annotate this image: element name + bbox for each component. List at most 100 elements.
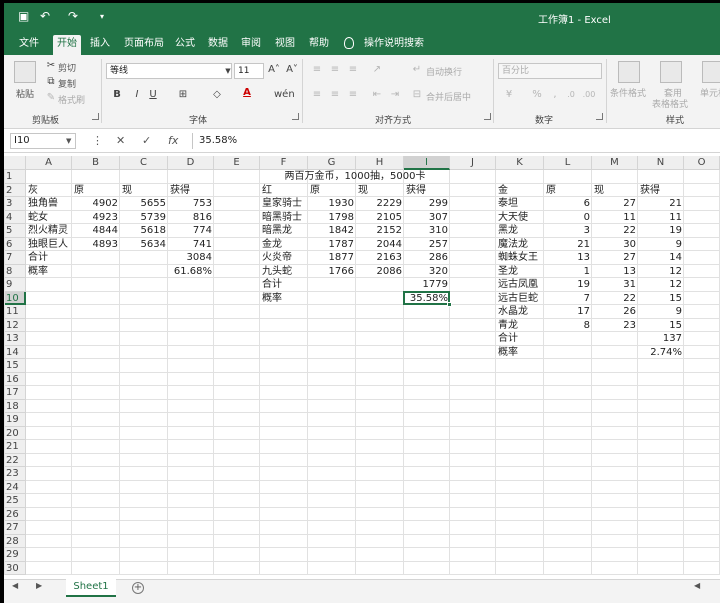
cell-m10[interactable]: 22 [592, 292, 638, 305]
decrease-indent-icon[interactable]: ⇤ [370, 88, 384, 102]
row-header-7[interactable]: 7 [4, 251, 26, 265]
row-header-27[interactable]: 27 [4, 521, 26, 535]
cell-k11[interactable]: 水晶龙 [496, 305, 530, 318]
cell-a7[interactable]: 合计 [26, 251, 50, 264]
worksheet-grid[interactable]: A B C D E F G H I J K L M N O 1 2 3 4 5 6 7 8 9 10 11 12 13 14 15 16 17… [4, 156, 720, 575]
cell-m9[interactable]: 31 [592, 278, 638, 291]
cell-i6[interactable]: 257 [404, 238, 450, 251]
cell-g5[interactable]: 1842 [308, 224, 356, 237]
cell-l3[interactable]: 6 [544, 197, 592, 210]
row-header-22[interactable]: 22 [4, 453, 26, 467]
cell-a2[interactable]: 灰 [26, 184, 40, 197]
scroll-right-icon[interactable]: ▶ [36, 581, 42, 590]
cell-k10[interactable]: 远古巨蛇 [496, 292, 540, 305]
tab-review[interactable]: 审阅 [237, 35, 265, 55]
cell-m5[interactable]: 22 [592, 224, 638, 237]
row-header-28[interactable]: 28 [4, 534, 26, 548]
cell-d3[interactable]: 753 [168, 197, 214, 210]
cell-l5[interactable]: 3 [544, 224, 592, 237]
font-launcher-icon[interactable] [292, 113, 299, 120]
paste-icon[interactable] [14, 61, 36, 83]
row-header-15[interactable]: 15 [4, 359, 26, 373]
row-header-23[interactable]: 23 [4, 467, 26, 481]
cell-c2[interactable]: 现 [120, 184, 134, 197]
tab-data[interactable]: 数据 [204, 35, 232, 55]
font-size-select[interactable]: 11 [234, 63, 264, 79]
percent-button[interactable]: % [530, 88, 544, 102]
cell-f6[interactable]: 金龙 [260, 238, 284, 251]
column-header-o[interactable]: O [684, 156, 720, 170]
cell-l2[interactable]: 原 [544, 184, 558, 197]
number-launcher-icon[interactable] [596, 113, 603, 120]
row-header-1[interactable]: 1 [4, 170, 26, 184]
orientation-icon[interactable]: ↗ [370, 63, 384, 77]
cell-g7[interactable]: 1877 [308, 251, 356, 264]
cell-n7[interactable]: 14 [638, 251, 684, 264]
column-header-f[interactable]: F [260, 156, 308, 170]
cell-f2[interactable]: 红 [260, 184, 274, 197]
currency-icon[interactable]: ¥ [502, 88, 516, 102]
align-top-icon[interactable]: ≡ [310, 63, 324, 77]
cell-h8[interactable]: 2086 [356, 265, 404, 278]
cell-n12[interactable]: 15 [638, 319, 684, 332]
cell-c6[interactable]: 5634 [120, 238, 168, 251]
row-header-6[interactable]: 6 [4, 237, 26, 251]
paste-button[interactable]: 粘贴 [16, 87, 34, 100]
cell-b2[interactable]: 原 [72, 184, 86, 197]
row-header-5[interactable]: 5 [4, 224, 26, 238]
cell-a3[interactable]: 独角兽 [26, 197, 60, 210]
cell-n4[interactable]: 11 [638, 211, 684, 224]
fill-handle[interactable] [447, 302, 452, 307]
cell-n11[interactable]: 9 [638, 305, 684, 318]
underline-button[interactable]: U [146, 88, 160, 102]
cell-l8[interactable]: 1 [544, 265, 592, 278]
format-as-table-icon[interactable] [660, 61, 682, 83]
cell-f8[interactable]: 九头蛇 [260, 265, 294, 278]
row-header-30[interactable]: 30 [4, 561, 26, 575]
row-header-25[interactable]: 25 [4, 494, 26, 508]
cell-h7[interactable]: 2163 [356, 251, 404, 264]
cell-g1[interactable]: 两百万金币，1000抽，5000卡 [260, 170, 450, 183]
cell-b3[interactable]: 4902 [72, 197, 120, 210]
column-header-e[interactable]: E [214, 156, 260, 170]
font-name-select[interactable]: 等线 [106, 63, 232, 79]
cell-h6[interactable]: 2044 [356, 238, 404, 251]
cell-d8[interactable]: 61.68% [168, 265, 214, 278]
cell-g8[interactable]: 1766 [308, 265, 356, 278]
cell-k9[interactable]: 远古凤凰 [496, 278, 540, 291]
cell-k3[interactable]: 泰坦 [496, 197, 520, 210]
tab-insert[interactable]: 插入 [86, 35, 114, 55]
align-center-icon[interactable]: ≡ [328, 88, 342, 102]
cell-k8[interactable]: 圣龙 [496, 265, 520, 278]
cell-a8[interactable]: 概率 [26, 265, 50, 278]
font-color-icon[interactable]: A [240, 86, 254, 100]
cell-c5[interactable]: 5618 [120, 224, 168, 237]
cell-c3[interactable]: 5655 [120, 197, 168, 210]
cell-b5[interactable]: 4844 [72, 224, 120, 237]
cell-a5[interactable]: 烈火精灵 [26, 224, 70, 237]
cell-f4[interactable]: 暗黑骑士 [260, 211, 304, 224]
borders-icon[interactable]: ⊞ [176, 88, 190, 102]
row-header-17[interactable]: 17 [4, 386, 26, 400]
column-header-k[interactable]: K [496, 156, 544, 170]
increase-decimal-icon[interactable]: .0 [564, 88, 578, 102]
cell-k12[interactable]: 青龙 [496, 319, 520, 332]
cell-d2[interactable]: 获得 [168, 184, 192, 197]
cell-m11[interactable]: 26 [592, 305, 638, 318]
cell-m7[interactable]: 27 [592, 251, 638, 264]
copy-button[interactable]: 复制 [58, 77, 76, 90]
alignment-launcher-icon[interactable] [484, 113, 491, 120]
cell-n10[interactable]: 15 [638, 292, 684, 305]
tab-formulas[interactable]: 公式 [171, 35, 199, 55]
cell-styles-icon[interactable] [702, 61, 720, 83]
row-header-20[interactable]: 20 [4, 426, 26, 440]
cell-l12[interactable]: 8 [544, 319, 592, 332]
cell-k4[interactable]: 大天使 [496, 211, 530, 224]
row-header-19[interactable]: 19 [4, 413, 26, 427]
add-sheet-button[interactable]: + [132, 582, 144, 594]
row-header-3[interactable]: 3 [4, 197, 26, 211]
cell-k6[interactable]: 魔法龙 [496, 238, 530, 251]
insert-function-icon[interactable]: fx [168, 134, 178, 147]
cell-m6[interactable]: 30 [592, 238, 638, 251]
fill-color-icon[interactable]: ◇ [210, 88, 224, 102]
